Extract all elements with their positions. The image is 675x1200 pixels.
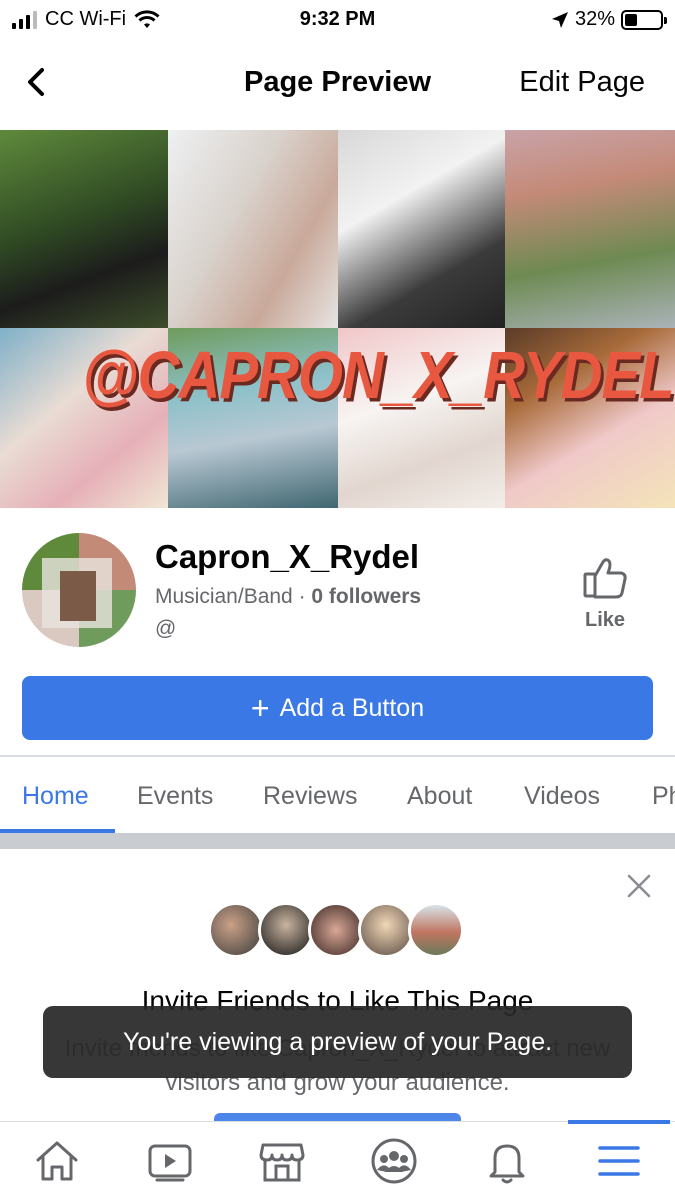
page-meta: Musician/Band · 0 followers (155, 585, 421, 609)
page-tabs: Home Events Reviews About Videos Ph (0, 770, 675, 834)
preview-toast: You're viewing a preview of your Page. (43, 1006, 632, 1078)
like-label: Like (584, 609, 626, 631)
cover-overlay-text: @CAPRON_X_RYDEL (82, 338, 675, 413)
watch-icon[interactable] (145, 1136, 195, 1186)
home-icon[interactable] (32, 1136, 82, 1186)
tab-events[interactable]: Events (137, 782, 213, 811)
status-bar: CC Wi-Fi 9:32 PM 32% (0, 0, 675, 40)
friend-avatar (408, 902, 464, 958)
followers-count[interactable]: 0 followers (311, 585, 421, 608)
notifications-icon[interactable] (482, 1136, 532, 1186)
tab-photos[interactable]: Ph (652, 782, 675, 811)
close-icon[interactable] (625, 872, 653, 900)
tab-reviews[interactable]: Reviews (263, 782, 357, 811)
section-separator (0, 833, 675, 849)
nav-header: Page Preview Edit Page (0, 48, 675, 118)
battery-percent: 32% (574, 8, 615, 30)
cover-photo-tile (0, 130, 168, 328)
page-name: Capron_X_Rydel (155, 538, 420, 575)
battery-icon (621, 9, 667, 30)
friend-avatar (358, 902, 414, 958)
profile-avatar[interactable] (22, 533, 136, 647)
friend-avatar (258, 902, 314, 958)
tab-home[interactable]: Home (22, 782, 89, 811)
page-handle: @ (155, 617, 177, 640)
edit-page-button[interactable]: Edit Page (519, 66, 645, 99)
cover-photo-tile (505, 130, 675, 328)
add-a-button[interactable]: + Add a Button (22, 676, 653, 740)
cover-photo-tile (338, 130, 505, 328)
thumbs-up-icon (583, 558, 627, 599)
avatar-image (22, 533, 136, 647)
friend-avatar (308, 902, 364, 958)
groups-icon[interactable] (369, 1136, 419, 1186)
cover-photo[interactable]: @CAPRON_X_RYDEL (0, 130, 675, 508)
tab-videos[interactable]: Videos (524, 782, 600, 811)
page-category: Musician/Band · (155, 585, 312, 608)
tab-about[interactable]: About (407, 782, 472, 811)
like-button[interactable]: Like (575, 556, 635, 632)
status-right: 32% (551, 8, 667, 31)
friend-avatar (208, 902, 264, 958)
menu-icon[interactable] (594, 1136, 644, 1186)
divider (0, 755, 675, 757)
add-button-label: Add a Button (279, 693, 425, 722)
location-arrow-icon (551, 11, 568, 28)
bottom-nav (0, 1120, 675, 1200)
cover-photo-tile (168, 130, 338, 328)
marketplace-icon[interactable] (257, 1136, 307, 1186)
active-nav-indicator (568, 1120, 670, 1124)
plus-icon: + (250, 690, 270, 726)
